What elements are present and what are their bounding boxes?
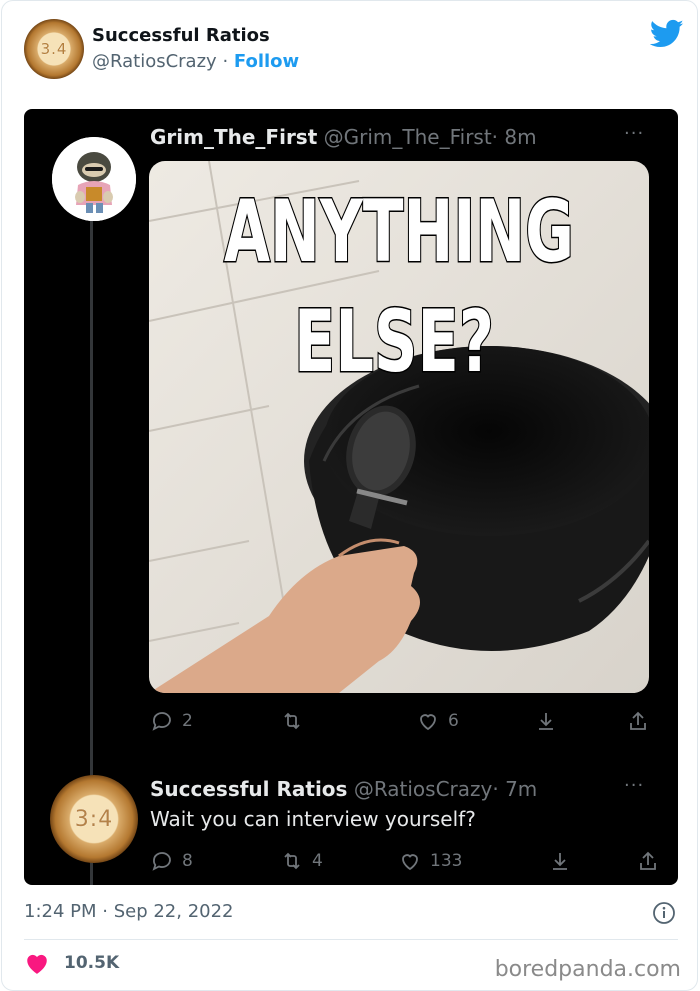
like-icon — [402, 854, 418, 871]
meme-image: ANYTHING ELSE? — [149, 161, 649, 693]
reply-text: Wait you can interview yourself? — [150, 807, 476, 831]
reply-like-count: 133 — [398, 849, 462, 873]
share-up — [626, 709, 650, 733]
like-row[interactable]: 10.5K — [24, 951, 119, 975]
reply-avatar: 3:4 — [50, 775, 138, 863]
reply-author-handle: @RatiosCrazy — [353, 777, 493, 801]
embed-header: 3.4 Successful Ratios @RatiosCrazy · Fol… — [24, 19, 684, 83]
tweet-more-icon: ··· — [624, 123, 645, 144]
share-icon — [630, 711, 646, 730]
thread-connector-bottom — [90, 861, 93, 885]
grim-avatar — [52, 137, 136, 221]
tweet-screenshot-image: Grim_The_First @Grim_The_First· 8m ··· A… — [24, 109, 678, 885]
meme-caption-line1: ANYTHING — [224, 182, 574, 282]
tweet-action-bar: 2 6 — [150, 709, 650, 735]
reply-author-line: Successful Ratios @RatiosCrazy· 7m — [150, 777, 537, 801]
info-icon[interactable] — [652, 901, 676, 925]
twitter-bird-icon[interactable] — [650, 19, 684, 49]
share-icon — [640, 851, 656, 870]
download-icon — [539, 713, 553, 730]
reply-icon — [152, 712, 171, 731]
tweet-time: · 8m — [491, 125, 537, 149]
reply-author-name: Successful Ratios — [150, 777, 348, 801]
heart-icon[interactable] — [24, 951, 50, 975]
separator-dot: · — [222, 51, 229, 72]
author-handle-line: @RatiosCrazy · Follow — [92, 51, 299, 72]
meme-caption-line2: ELSE? — [294, 292, 494, 392]
author-handle[interactable]: @RatiosCrazy — [92, 51, 217, 72]
follow-link[interactable]: Follow — [234, 51, 299, 72]
author-avatar[interactable]: 3.4 — [24, 19, 84, 79]
reply-action-bar: 8 4 133 — [150, 849, 656, 875]
reply-icon — [152, 852, 171, 871]
like-count-tweet: 6 — [416, 709, 459, 733]
boredpanda-watermark: boredpanda.com — [494, 957, 681, 982]
reply-reply-count: 8 — [150, 849, 193, 873]
retweet-count — [280, 709, 312, 733]
like-icon — [420, 714, 436, 731]
reply-retweet-count: 4 — [280, 849, 323, 873]
author-name[interactable]: Successful Ratios — [92, 25, 270, 46]
footer-divider — [24, 939, 678, 940]
tweet-author-handle: @Grim_The_First — [323, 125, 492, 149]
retweet-icon — [284, 852, 300, 870]
share-down — [534, 709, 558, 733]
tweet-author-line: Grim_The_First @Grim_The_First· 8m — [150, 125, 537, 149]
like-count: 10.5K — [64, 953, 120, 973]
thread-connector — [90, 205, 93, 777]
retweet-icon — [284, 712, 300, 730]
reply-more-icon: ··· — [624, 775, 645, 796]
tweet-timestamp[interactable]: 1:24 PM · Sep 22, 2022 — [24, 901, 234, 922]
tweet-author-name: Grim_The_First — [150, 125, 318, 149]
reply-share-up — [636, 849, 660, 873]
reply-time: · 7m — [492, 777, 538, 801]
download-icon — [553, 853, 567, 870]
reply-share-down — [548, 849, 572, 873]
tweet-embed-card: 3.4 Successful Ratios @RatiosCrazy · Fol… — [1, 0, 698, 991]
plush-figure-icon — [52, 137, 136, 221]
reply-count: 2 — [150, 709, 193, 733]
